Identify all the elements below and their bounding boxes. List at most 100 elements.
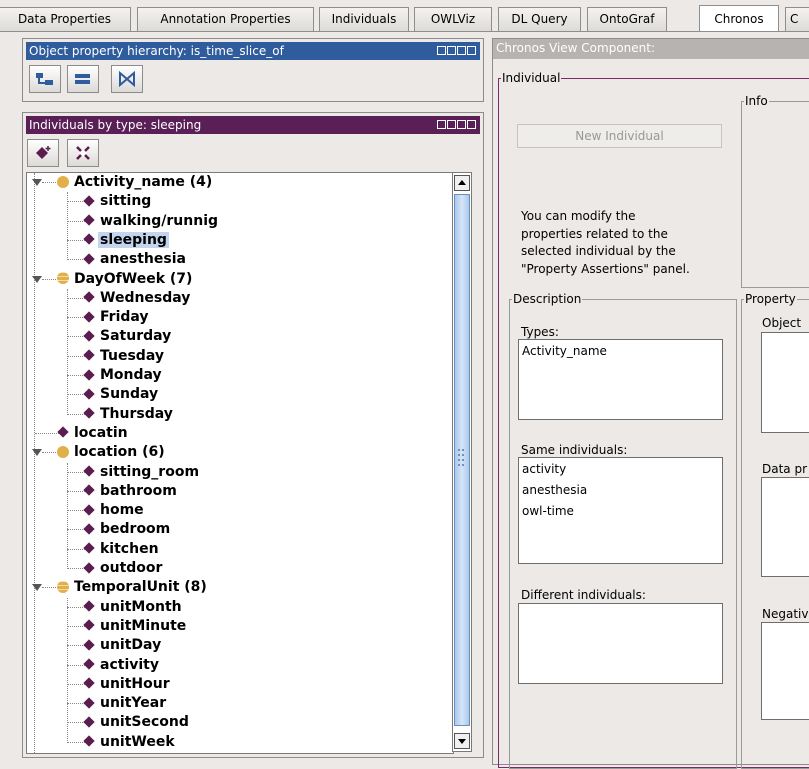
tree-connector — [67, 722, 85, 724]
scroll-up-button[interactable] — [454, 175, 470, 191]
tree-item-row[interactable]: Thursday — [67, 405, 175, 424]
tree-item-row[interactable]: bedroom — [67, 520, 172, 539]
tree-group-row[interactable]: TemporalUnit (8) — [29, 578, 209, 597]
tree-connector — [67, 239, 85, 241]
tab-chronos[interactable]: Chronos — [699, 5, 779, 32]
add-sibling-property-button[interactable] — [67, 65, 99, 93]
tree-item-row[interactable]: Wednesday — [67, 289, 192, 308]
tab-data-properties[interactable]: Data Properties — [0, 7, 131, 31]
tree-item-row[interactable]: Friday — [67, 308, 151, 327]
individual-diamond-icon — [83, 542, 95, 554]
tab-individuals[interactable]: Individuals — [319, 7, 409, 31]
tree-item-label: Friday — [100, 309, 149, 326]
data-property-label: Data pr — [762, 462, 808, 476]
tree-item-row[interactable]: home — [67, 501, 146, 520]
object-property-list[interactable] — [761, 332, 809, 433]
data-property-list[interactable] — [761, 477, 809, 577]
same-individuals-list[interactable]: activity anesthesia owl-time — [518, 457, 723, 564]
tree-scrollbar[interactable] — [452, 172, 472, 752]
tree-connector — [67, 201, 85, 203]
tree-group-row[interactable]: locatin — [29, 424, 130, 443]
tree-item-row[interactable]: Sunday — [67, 385, 160, 404]
tree-item-label: Wednesday — [100, 289, 191, 306]
tree-item-row[interactable]: Monday — [67, 366, 164, 385]
tree-item-label: unitDay — [100, 637, 162, 654]
add-sibling-property-icon — [75, 74, 90, 84]
individual-diamond-icon — [83, 677, 95, 689]
individual-diamond-icon — [83, 253, 95, 265]
tree-connector — [67, 741, 85, 743]
list-item[interactable]: Activity_name — [522, 341, 719, 362]
delete-individual-icon — [76, 146, 90, 160]
expand-arrow-icon[interactable] — [32, 584, 42, 592]
tab-dl-query[interactable]: DL Query — [498, 7, 581, 31]
description-legend: Description — [512, 292, 583, 306]
expand-arrow-icon[interactable] — [32, 449, 42, 457]
types-label: Types: — [521, 325, 559, 339]
same-individuals-label: Same individuals: — [521, 443, 628, 457]
tab-ontograf[interactable]: OntoGraf — [587, 7, 667, 31]
info-text-line: selected individual by the — [521, 244, 676, 258]
add-individual-icon — [36, 146, 51, 159]
tree-item-row[interactable]: unitWeek — [67, 733, 177, 752]
info-text-line: "Property Assertions" panel. — [521, 261, 690, 276]
tree-item-row[interactable]: Saturday — [67, 327, 173, 346]
tree-item-row[interactable]: sitting_room — [67, 463, 201, 482]
tree-item-row[interactable]: outdoor — [67, 559, 164, 578]
tree-group-row[interactable]: Activity_name (4) — [29, 173, 214, 192]
panel-window-buttons[interactable] — [437, 46, 476, 55]
tree-item-row[interactable]: unitMinute — [67, 617, 188, 636]
tree-item-row[interactable]: unitDay — [67, 636, 163, 655]
tree-connector — [35, 432, 59, 434]
expand-arrow-icon[interactable] — [32, 179, 42, 186]
new-individual-button[interactable]: New Individual — [517, 124, 722, 148]
list-item[interactable]: activity — [522, 459, 719, 480]
individuals-tree[interactable]: Activity_name (4) sitting walking/runnig sl… — [26, 172, 454, 754]
individual-diamond-icon — [83, 310, 95, 323]
class-circle-icon — [57, 445, 69, 458]
object-property-panel: Object property hierarchy: is_time_slice… — [22, 38, 484, 102]
list-item[interactable]: owl-time — [522, 501, 719, 522]
tab-annotation-properties[interactable]: Annotation Properties — [137, 7, 314, 31]
add-subproperty-button[interactable] — [29, 65, 61, 93]
tree-item-label: unitHour — [100, 675, 170, 692]
tree-item-label: Monday — [100, 367, 162, 383]
tree-item-row[interactable]: bathroom — [67, 482, 179, 501]
different-individuals-list[interactable] — [518, 603, 723, 684]
tree-item-label: sleeping — [98, 231, 169, 248]
tree-item-row[interactable]: sleeping — [67, 231, 169, 250]
negative-property-list[interactable] — [761, 622, 809, 720]
tree-item-label: bedroom — [100, 521, 171, 538]
tree-item-row[interactable]: activity — [67, 656, 161, 675]
tree-item-row[interactable]: unitHour — [67, 675, 172, 694]
list-item[interactable]: anesthesia — [522, 480, 719, 501]
tree-connector — [42, 278, 56, 280]
types-list[interactable]: Activity_name — [518, 339, 723, 420]
add-individual-button[interactable] — [27, 139, 59, 167]
tree-item-label: Saturday — [100, 328, 172, 345]
scrollbar-thumb[interactable] — [454, 194, 470, 726]
tab-overflow[interactable]: C — [785, 7, 809, 31]
tree-group-row[interactable]: location (6) — [29, 443, 167, 462]
tree-connector — [67, 529, 85, 531]
scroll-down-button[interactable] — [454, 733, 470, 749]
tree-item-row[interactable]: unitSecond — [67, 713, 191, 732]
tree-connector — [67, 471, 85, 473]
panel-window-buttons[interactable] — [437, 120, 476, 129]
tree-item-row[interactable]: Tuesday — [67, 347, 166, 366]
tree-item-label: bathroom — [100, 482, 177, 499]
tree-group-row[interactable]: DayOfWeek (7) — [29, 270, 194, 289]
tree-item-row[interactable]: anesthesia — [67, 250, 188, 269]
tab-owlviz[interactable]: OWLViz — [414, 7, 492, 31]
expand-arrow-icon[interactable] — [32, 275, 42, 283]
tree-item-row[interactable]: unitYear — [67, 694, 168, 713]
delete-property-icon — [119, 71, 135, 87]
individual-legend: Individual — [501, 71, 562, 85]
tree-item-row[interactable]: sitting — [67, 192, 153, 211]
info-text-line: properties related to the — [521, 226, 668, 241]
tree-item-row[interactable]: unitMonth — [67, 598, 184, 617]
tree-item-row[interactable]: walking/runnig — [67, 212, 220, 231]
tree-item-row[interactable]: kitchen — [67, 540, 161, 559]
delete-individual-button[interactable] — [67, 139, 99, 167]
delete-property-button[interactable] — [111, 65, 143, 93]
